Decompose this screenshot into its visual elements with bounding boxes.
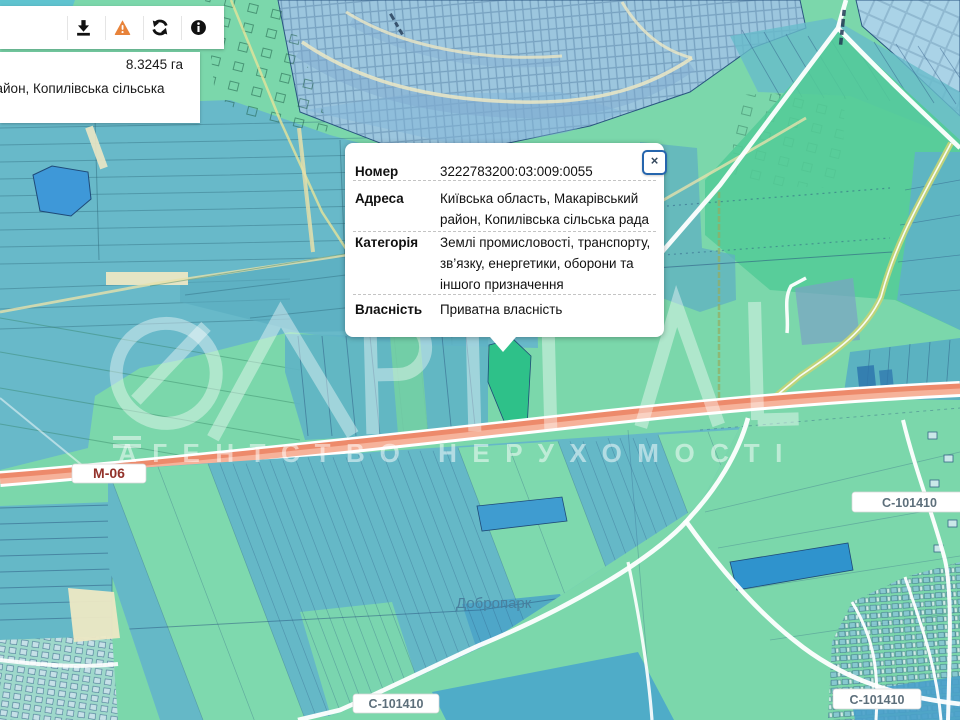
svg-text:С-101410: С-101410 xyxy=(369,697,424,711)
svg-text:М-06: М-06 xyxy=(93,465,125,481)
svg-text:С-101410: С-101410 xyxy=(882,496,937,510)
svg-text:Добропарк: Добропарк xyxy=(456,595,532,612)
svg-text:С-101410: С-101410 xyxy=(850,693,905,707)
svg-text:АГЕНТСТВО НЕРУХОМОСТІ: АГЕНТСТВО НЕРУХОМОСТІ xyxy=(118,438,798,468)
